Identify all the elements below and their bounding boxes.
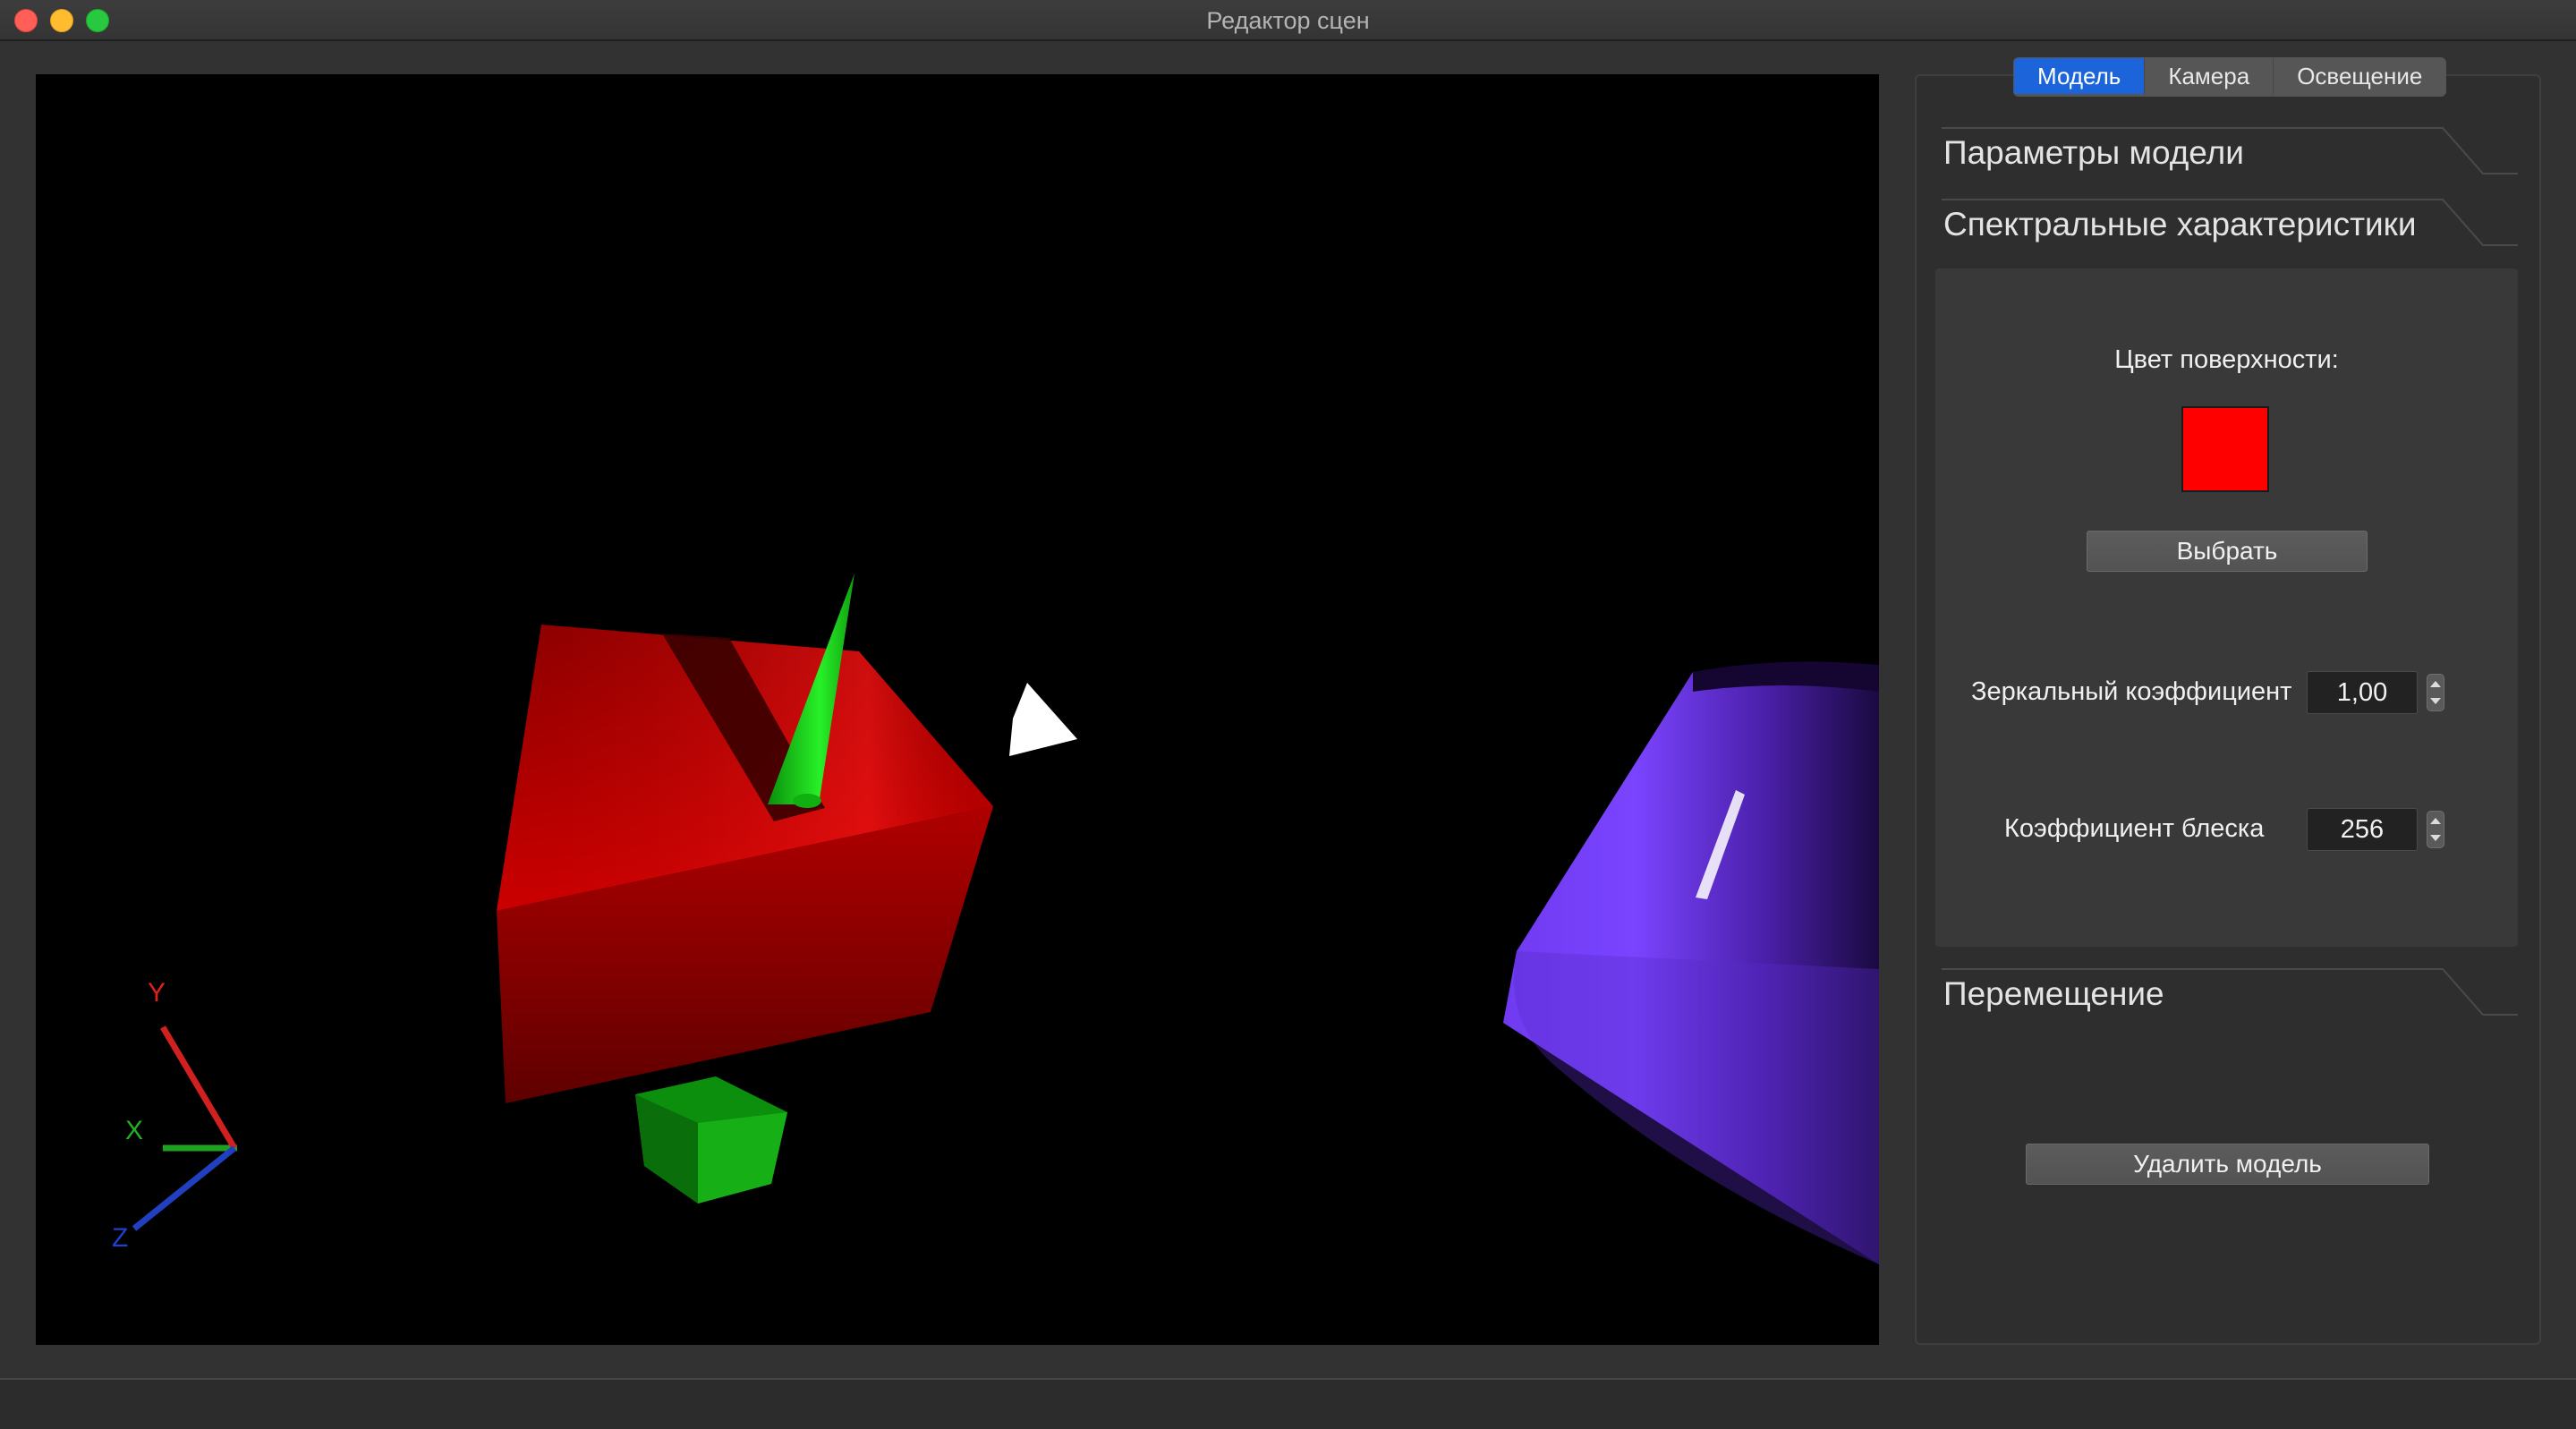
tab-lighting[interactable]: Освещение: [2274, 58, 2446, 94]
title-bar: Редактор сцен: [0, 0, 2576, 41]
group-spectral[interactable]: Спектральные характеристики: [1942, 199, 2518, 256]
scene-viewport[interactable]: Y X Z: [36, 74, 1879, 1345]
axis-label-x: X: [125, 1116, 143, 1145]
shininess-input[interactable]: 256: [2307, 808, 2418, 851]
panel-tabs: Модель Камера Освещение: [2013, 57, 2447, 97]
stepper-down-icon[interactable]: [2430, 835, 2441, 841]
stepper-down-icon[interactable]: [2430, 698, 2441, 704]
surface-color-label: Цвет поверхности:: [2114, 345, 2339, 374]
status-bar: [0, 1378, 2576, 1429]
specular-label: Зеркальный коэффициент: [1971, 677, 2292, 706]
stepper-up-icon[interactable]: [2430, 818, 2441, 824]
specular-stepper[interactable]: [2427, 674, 2444, 711]
stepper-up-icon[interactable]: [2430, 681, 2441, 687]
delete-model-button[interactable]: Удалить модель: [2026, 1144, 2429, 1185]
tab-camera[interactable]: Камера: [2145, 58, 2274, 94]
group-header-line: [1942, 199, 2518, 246]
light-source-marker: [1009, 683, 1077, 756]
red-box: [497, 625, 993, 1103]
group-model-params[interactable]: Параметры модели: [1942, 127, 2518, 184]
group-header-line: [1942, 127, 2518, 174]
shininess-stepper[interactable]: [2427, 811, 2444, 848]
scene-render: Y X Z: [112, 574, 1879, 1264]
axis-label-y: Y: [148, 978, 166, 1008]
shininess-label: Коэффициент блеска: [2004, 814, 2265, 843]
axes-gizmo: Y X Z: [112, 978, 238, 1253]
green-cone-base: [635, 1076, 787, 1204]
axis-label-z: Z: [112, 1223, 128, 1253]
choose-color-button[interactable]: Выбрать: [2087, 531, 2368, 572]
surface-color-swatch[interactable]: [2181, 406, 2269, 492]
specular-input[interactable]: 1,00: [2307, 671, 2418, 714]
window-title: Редактор сцен: [1206, 7, 1370, 34]
purple-cylinder: [1503, 661, 1879, 1264]
group-header-line: [1942, 968, 2518, 1016]
tab-model[interactable]: Модель: [2014, 58, 2146, 94]
group-movement[interactable]: Перемещение: [1942, 968, 2518, 1025]
